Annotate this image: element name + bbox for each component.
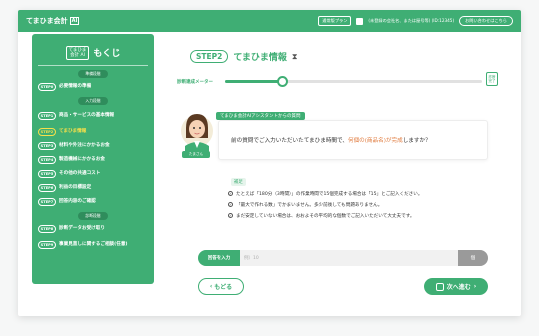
hint-tag: 補足 bbox=[231, 178, 246, 186]
step-label: その他の共通コスト bbox=[59, 171, 101, 177]
progress-fill bbox=[225, 80, 282, 83]
section-diag-text: 診断段階 bbox=[78, 212, 108, 220]
logo-text: てまひま会計 bbox=[26, 17, 68, 25]
toc-step-7[interactable]: STEP7 回答内容のご確認 bbox=[38, 195, 148, 209]
toc-step-6[interactable]: STEP6 利益の目標設定 bbox=[38, 181, 148, 195]
step-pill: STEP9 bbox=[38, 241, 56, 249]
user-icon bbox=[356, 17, 364, 25]
back-button[interactable]: ‹ もどる bbox=[198, 278, 244, 295]
plan-badge: 通常版プラン bbox=[318, 16, 352, 26]
step-label: 商品・サービスの基本情報 bbox=[59, 113, 115, 119]
section-label-diag: 診断段階 bbox=[38, 212, 148, 220]
step-heading: STEP2 てまひま情報 ⧗ bbox=[190, 50, 298, 63]
document-icon bbox=[435, 282, 444, 291]
progress-meter bbox=[225, 76, 482, 87]
step-label: てまひま情報 bbox=[59, 129, 87, 135]
page-title: てまひま情報 bbox=[233, 53, 287, 63]
toc-logo-line1: てまひま bbox=[68, 47, 87, 53]
step-label: 回答内容のご確認 bbox=[59, 199, 96, 205]
step-label: 材料や外注にかかるお金 bbox=[59, 143, 110, 149]
company-info: (未登録の会社名、または屋号等) (ID:12345) bbox=[368, 18, 455, 23]
question-text-before: 前の質問でご入力いただいたてまひま時間で、 bbox=[231, 138, 348, 144]
hint-list: ✓ たとえば「180分（3時間）」の作業時間で15個完成する場合は「15」とご記入… bbox=[228, 188, 422, 221]
step-pill: STEP2 bbox=[38, 128, 56, 136]
step-pill: STEP8 bbox=[38, 225, 56, 233]
hint-text: 「最大で作れる数」でかまいません。多少前後しても問題ありません。 bbox=[236, 202, 383, 208]
step-pill: STEP6 bbox=[38, 184, 56, 192]
check-icon: ✓ bbox=[228, 213, 233, 218]
next-button-label: 次へ進む bbox=[446, 284, 471, 291]
app-logo[interactable]: てまひま会計 AI bbox=[26, 16, 80, 26]
toc-title: もくじ bbox=[93, 49, 121, 59]
toc-step-8[interactable]: STEP8 診断データお受け取り bbox=[38, 222, 148, 236]
next-button[interactable]: 次へ進む › bbox=[424, 278, 488, 295]
toc-header: てまひま 会計 AI もくじ bbox=[38, 40, 148, 66]
avatar-name-tag: たまさん bbox=[182, 151, 210, 158]
toc-logo-line2: 会計 AI bbox=[70, 52, 85, 58]
step-label: 事業見直しに関するご相談(任意) bbox=[59, 242, 128, 248]
logo-badge: AI bbox=[69, 17, 80, 25]
question-text-after: しますか？ bbox=[402, 138, 431, 144]
question-highlight: 何個の(商品名)が完成 bbox=[347, 138, 403, 144]
list-item: ✓ まだ安定していない場合は、おおよその平均的な個数でご記入いただいて大丈夫です。 bbox=[228, 210, 422, 221]
answer-label: 回答を入力 bbox=[198, 250, 240, 266]
assistant-avatar bbox=[181, 114, 213, 154]
toc-step-2[interactable]: STEP2 てまひま情報 bbox=[38, 125, 148, 139]
progress-knob bbox=[276, 76, 288, 87]
step-pill: STEP1 bbox=[38, 112, 56, 120]
step-pill: STEP3 bbox=[38, 142, 56, 150]
toc-step-5[interactable]: STEP5 その他の共通コスト bbox=[38, 167, 148, 181]
step-pill: STEP7 bbox=[38, 198, 56, 206]
step-pill: STEP5 bbox=[38, 170, 56, 178]
step-label: 必要情報の準備 bbox=[59, 84, 92, 90]
chevron-right-icon: › bbox=[473, 283, 477, 290]
toc-step-9[interactable]: STEP9 事業見直しに関するご相談(任意) bbox=[38, 236, 148, 254]
current-step-pill: STEP2 bbox=[190, 50, 229, 63]
section-label-prep: 準備段階 bbox=[38, 70, 148, 78]
header-bar: てまひま会計 AI 通常版プラン (未登録の会社名、または屋号等) (ID:12… bbox=[18, 10, 521, 32]
question-bubble: 前の質問でご入力いただいたてまひま時間で、 何個の(商品名)が完成 しますか？ bbox=[218, 120, 488, 160]
toc-step-3[interactable]: STEP3 材料や外注にかかるお金 bbox=[38, 139, 148, 153]
list-item: ✓ 「最大で作れる数」でかまいません。多少前後しても問題ありません。 bbox=[228, 199, 422, 210]
step-label: 製造機械にかかるお金 bbox=[59, 157, 105, 163]
step-pill: STEP4 bbox=[38, 156, 56, 164]
section-label-input: 入力段階 bbox=[38, 97, 148, 105]
hourglass-icon: ⧗ bbox=[291, 51, 298, 61]
step-label: 利益の目標設定 bbox=[59, 185, 92, 191]
header-right: 通常版プラン (未登録の会社名、または屋号等) (ID:12345) お問い合わ… bbox=[318, 16, 513, 26]
toc-step-4[interactable]: STEP4 製造機械にかかるお金 bbox=[38, 153, 148, 167]
answer-input[interactable] bbox=[244, 253, 444, 263]
goal-flag-icon: 診断完了 bbox=[486, 72, 498, 86]
unit-label: 個 bbox=[458, 250, 488, 266]
toc-step-0[interactable]: STEP0 必要情報の準備 bbox=[38, 80, 148, 94]
list-item: ✓ たとえば「180分（3時間）」の作業時間で15個完成する場合は「15」とご記入… bbox=[228, 188, 422, 199]
toc-logo: てまひま 会計 AI bbox=[65, 45, 90, 60]
back-button-label: もどる bbox=[214, 284, 233, 291]
chevron-left-icon: ‹ bbox=[209, 283, 213, 290]
toc-step-1[interactable]: STEP1 商品・サービスの基本情報 bbox=[38, 107, 148, 125]
assistant-label: てまひま会計AIアシスタントからの質問 bbox=[216, 112, 305, 120]
section-input-text: 入力段階 bbox=[78, 97, 108, 105]
contact-button[interactable]: お問い合わせはこちら bbox=[459, 16, 513, 26]
step-label: 診断データお受け取り bbox=[59, 226, 105, 232]
check-icon: ✓ bbox=[228, 191, 233, 196]
hint-text: たとえば「180分（3時間）」の作業時間で15個完成する場合は「15」とご記入く… bbox=[236, 191, 423, 197]
answer-row: 回答を入力 個 bbox=[198, 250, 488, 266]
toc-sidebar: てまひま 会計 AI もくじ 準備段階 STEP0 必要情報の準備 入力段階 S… bbox=[32, 34, 154, 284]
check-icon: ✓ bbox=[228, 202, 233, 207]
section-prep-text: 準備段階 bbox=[78, 70, 108, 78]
progress-label: 診断達成メーター bbox=[177, 80, 213, 85]
hint-text: まだ安定していない場合は、おおよその平均的な個数でご記入いただいて大丈夫です。 bbox=[236, 213, 415, 219]
step-pill: STEP0 bbox=[38, 83, 56, 91]
